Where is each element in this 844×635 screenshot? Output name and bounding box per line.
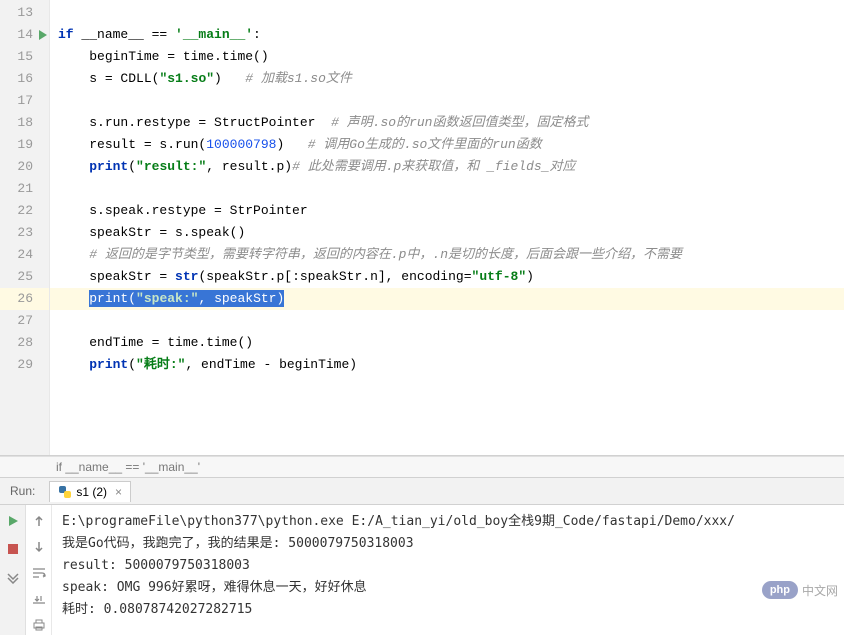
console-line: 我是Go代码，我跑完了，我的结果是: 5000079750318003 [62,533,834,555]
line-number: 29 [0,354,49,376]
code-line[interactable]: s = CDLL("s1.so") # 加载s1.so文件 [50,68,844,90]
up-button[interactable] [29,511,49,531]
close-icon[interactable]: × [115,485,122,499]
code-line[interactable]: speakStr = str(speakStr.p[:speakStr.n], … [50,266,844,288]
console-output[interactable]: E:\programeFile\python377\python.exe E:/… [52,505,844,635]
code-line[interactable] [50,90,844,112]
line-number: 28 [0,332,49,354]
line-number: 19 [0,134,49,156]
line-number: 15 [0,46,49,68]
line-number: 20 [0,156,49,178]
line-number: 13 [0,2,49,24]
code-line[interactable]: beginTime = time.time() [50,46,844,68]
run-body: E:\programeFile\python377\python.exe E:/… [0,505,844,635]
code-line[interactable]: # 返回的是字节类型，需要转字符串，返回的内容在.p中，.n是切的长度，后面会跟… [50,244,844,266]
code-line[interactable]: s.run.restype = StructPointer # 声明.so的ru… [50,112,844,134]
code-line[interactable]: s.speak.restype = StrPointer [50,200,844,222]
wrap-button[interactable] [29,563,49,583]
python-icon [58,485,72,499]
line-number: 26 [0,288,49,310]
code-line[interactable]: if __name__ == '__main__': [50,24,844,46]
line-number[interactable]: 14 [0,24,49,46]
code-line[interactable]: speakStr = s.speak() [50,222,844,244]
run-label: Run: [0,480,45,502]
code-line-selected[interactable]: print("speak:", speakStr) [50,288,844,310]
line-number: 17 [0,90,49,112]
line-number: 21 [0,178,49,200]
run-panel: Run: s1 (2) × [0,478,844,635]
run-header: Run: s1 (2) × [0,478,844,505]
code-line[interactable]: result = s.run(100000798) # 调用Go生成的.so文件… [50,134,844,156]
line-number: 18 [0,112,49,134]
console-line: 耗时: 0.08078742027282715 [62,599,834,621]
run-tab-label: s1 (2) [76,485,107,499]
console-line: speak: OMG 996好累呀，难得休息一天，好好休息 [62,577,834,599]
console-line: result: 5000079750318003 [62,555,834,577]
breadcrumb[interactable]: if __name__ == '__main__' [0,456,844,478]
line-number: 24 [0,244,49,266]
watermark: php 中文网 [762,581,838,599]
line-gutter: 13 14 15 16 17 18 19 20 21 22 23 24 25 2… [0,0,50,455]
console-line: E:\programeFile\python377\python.exe E:/… [62,511,834,533]
line-number: 25 [0,266,49,288]
line-number: 16 [0,68,49,90]
line-number: 27 [0,310,49,332]
code-line[interactable]: print("耗时:", endTime - beginTime) [50,354,844,376]
down-button[interactable] [29,537,49,557]
expand-button[interactable] [3,567,23,587]
code-line[interactable] [50,310,844,332]
run-tab[interactable]: s1 (2) × [49,481,131,502]
line-number: 23 [0,222,49,244]
rerun-button[interactable] [3,511,23,531]
code-content[interactable]: if __name__ == '__main__': beginTime = t… [50,0,844,455]
console-toolbar [26,505,52,635]
stop-button[interactable] [3,539,23,559]
code-line[interactable]: print("result:", result.p)# 此处需要调用.p来获取值… [50,156,844,178]
code-line[interactable]: endTime = time.time() [50,332,844,354]
php-badge: php [762,581,798,599]
watermark-text: 中文网 [802,582,838,599]
print-button[interactable] [29,615,49,635]
code-editor[interactable]: 13 14 15 16 17 18 19 20 21 22 23 24 25 2… [0,0,844,456]
code-line[interactable] [50,178,844,200]
run-toolbar [0,505,26,635]
line-number: 22 [0,200,49,222]
scroll-button[interactable] [29,589,49,609]
code-line[interactable] [50,2,844,24]
